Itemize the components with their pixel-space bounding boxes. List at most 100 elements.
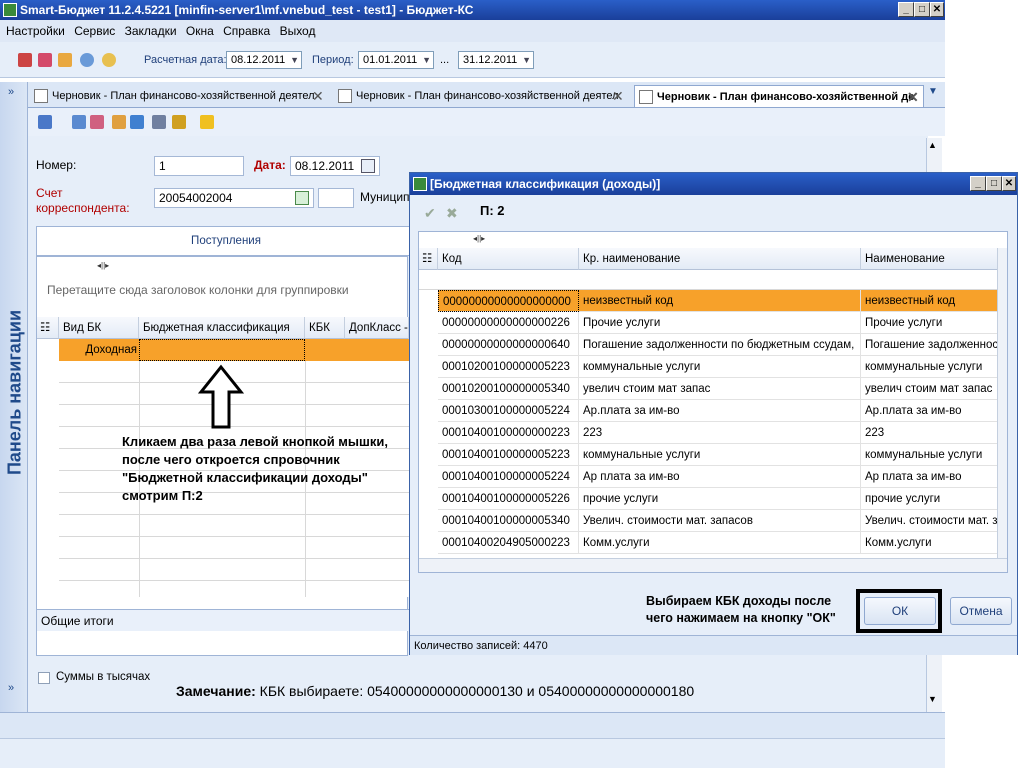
dialog-close-button[interactable]: ✕ (1002, 176, 1016, 191)
column-header-budget-class[interactable]: Бюджетная классификация (139, 317, 305, 339)
column-header-short-name[interactable]: Кр. наименование (579, 248, 861, 270)
menu-service[interactable]: Сервис (74, 24, 115, 38)
cell-name: коммунальные услуги (861, 356, 999, 378)
totals-row: Общие итоги (37, 609, 409, 631)
cancel-button[interactable]: Отмена (950, 597, 1012, 625)
report-icon[interactable] (112, 115, 126, 129)
scroll-handle-icon[interactable]: ◂||▸ (97, 261, 109, 270)
table-row[interactable]: 00010400100000000223 223 223 (438, 422, 999, 444)
dialog-minimize-button[interactable]: _ (970, 176, 986, 191)
table-row[interactable]: 00000000000000000000 неизвестный код неизв… (438, 290, 999, 312)
thousands-label: Суммы в тысячах (56, 671, 151, 683)
search-icon[interactable] (295, 191, 309, 205)
tab-draft-2[interactable]: Черновик - План финансово-хозяйственной … (334, 85, 630, 107)
scroll-handle-icon[interactable]: ◂||▸ (473, 234, 485, 243)
step-label: П: 2 (480, 203, 505, 218)
copy-icon[interactable] (130, 115, 144, 129)
dialog-title-bar: [Бюджетная классификация (доходы)] _ □ ✕ (410, 173, 1017, 195)
cell-short: Прочие услуги (579, 312, 861, 334)
maximize-button[interactable]: □ (914, 2, 930, 17)
period-from-combo[interactable]: 01.01.2011 ▼ (358, 51, 434, 69)
dialog-status: Количество записей: 4470 (410, 635, 1017, 655)
users-icon[interactable] (172, 115, 186, 129)
menu-bookmarks[interactable]: Закладки (125, 24, 177, 38)
table-row[interactable]: 00010300100000005224 Ар.плата за им-во Ар.… (438, 400, 999, 422)
calendar-icon[interactable] (361, 159, 375, 173)
scroll-up-icon[interactable]: ▲ (928, 140, 937, 150)
column-header-kbk[interactable]: КБК (305, 317, 345, 339)
app-title: Smart-Бюджет 11.2.4.5221 [minfin-server1… (20, 3, 474, 17)
close-button[interactable]: ✕ (930, 2, 944, 17)
number-field[interactable]: 1 (154, 156, 244, 176)
table-row[interactable]: 00000000000000000226 Прочие услуги Прочие … (438, 312, 999, 334)
save-icon[interactable] (38, 115, 52, 129)
budget-classification-dialog: [Бюджетная классификация (доходы)] _ □ ✕… (409, 172, 1018, 655)
check-icon[interactable]: ✔ (424, 205, 436, 222)
column-chooser-icon[interactable]: ☷ (37, 317, 59, 339)
info-icon[interactable] (80, 53, 94, 67)
table-row[interactable]: Доходная (59, 339, 409, 361)
book-icon[interactable] (38, 53, 52, 67)
table-row[interactable]: 00000000000000000640 Погашение задолженно… (438, 334, 999, 356)
tab-draft-1[interactable]: Черновик - План финансово-хозяйственной … (30, 85, 330, 107)
close-icon[interactable]: ✕ (907, 86, 919, 107)
cell-name: Ар.плата за им-во (861, 400, 999, 422)
scroll-down-icon[interactable]: ▼ (928, 694, 937, 704)
filter-row[interactable] (419, 270, 999, 290)
table-row[interactable]: 00010400100000005226 прочие услуги прочие … (438, 488, 999, 510)
minimize-button[interactable]: _ (898, 2, 914, 17)
tabs-dropdown-icon[interactable]: ▼ (928, 86, 938, 97)
table-row[interactable]: 00010400100000005223 коммунальные услуги к… (438, 444, 999, 466)
account-field[interactable]: 20054002004 (154, 188, 314, 208)
number-label: Номер: (36, 158, 77, 172)
cell-code: 00010400204905000223 (438, 532, 579, 554)
column-header-bk-type[interactable]: Вид БК (59, 317, 139, 339)
tab-income[interactable]: Поступления (36, 226, 416, 256)
edit-icon[interactable] (152, 115, 166, 129)
calc-date-combo[interactable]: 08.12.2011 ▼ (226, 51, 302, 69)
close-icon[interactable]: ✕ (612, 85, 624, 107)
table-row[interactable]: 00010200100000005340 увелич стоим мат зап… (438, 378, 999, 400)
navigation-panel[interactable]: » Панель навигации » (0, 82, 28, 712)
menu-help[interactable]: Справка (223, 24, 270, 38)
exit-icon[interactable] (18, 53, 32, 67)
hierarchy-icon[interactable] (90, 115, 104, 129)
ok-button[interactable]: ОК (864, 597, 936, 625)
remark-bold: Замечание: (176, 683, 256, 699)
thousands-checkbox[interactable] (38, 672, 50, 684)
menu-exit[interactable]: Выход (280, 24, 316, 38)
export-icon[interactable] (200, 115, 214, 129)
table-row[interactable]: 00010400100000005224 Ар плата за им-во Ар … (438, 466, 999, 488)
document-toolbar (28, 108, 945, 136)
dialog-hint: Выбираем КБК доходы после чего нажимаем … (646, 594, 836, 625)
horizontal-scrollbar[interactable] (419, 558, 1007, 572)
instruction-note: Кликаем два раза левой кнопкой мышки, по… (122, 434, 388, 503)
tree-icon[interactable] (72, 115, 86, 129)
uncheck-icon[interactable]: ✖ (446, 205, 458, 222)
menu-windows[interactable]: Окна (186, 24, 214, 38)
cell-short: Комм.услуги (579, 532, 861, 554)
expand-icon[interactable]: » (8, 86, 14, 98)
menu-settings[interactable]: Настройки (6, 24, 65, 38)
period-to-combo[interactable]: 31.12.2011 ▼ (458, 51, 534, 69)
calc-date-label: Расчетная дата: (144, 54, 227, 66)
column-header-code[interactable]: Код (438, 248, 579, 270)
tab-draft-3[interactable]: Черновик - План финансово-хозяйственной … (634, 85, 924, 107)
account-extra-field[interactable] (318, 188, 354, 208)
cell-budget-class[interactable] (139, 339, 305, 361)
column-header-dop-class[interactable]: ДопКласс - (345, 317, 409, 339)
table-row[interactable]: 00010400204905000223 Комм.услуги Комм.услу… (438, 532, 999, 554)
close-icon[interactable]: ✕ (312, 85, 324, 107)
dialog-maximize-button[interactable]: □ (986, 176, 1002, 191)
collapse-icon[interactable]: » (8, 682, 14, 694)
users-icon[interactable] (102, 53, 116, 67)
document-icon[interactable] (58, 53, 72, 67)
table-row[interactable]: 00010200100000005223 коммунальные услуги к… (438, 356, 999, 378)
column-header-name[interactable]: Наименование (861, 248, 999, 270)
date-field[interactable]: 08.12.2011 (290, 156, 380, 176)
column-chooser-icon[interactable]: ☷ (419, 248, 438, 270)
app-icon (3, 3, 17, 17)
table-row[interactable]: 00010400100000005340 Увелич. стоимости ма… (438, 510, 999, 532)
cell-code: 00010200100000005340 (438, 378, 579, 400)
vertical-scrollbar[interactable] (997, 248, 1007, 558)
